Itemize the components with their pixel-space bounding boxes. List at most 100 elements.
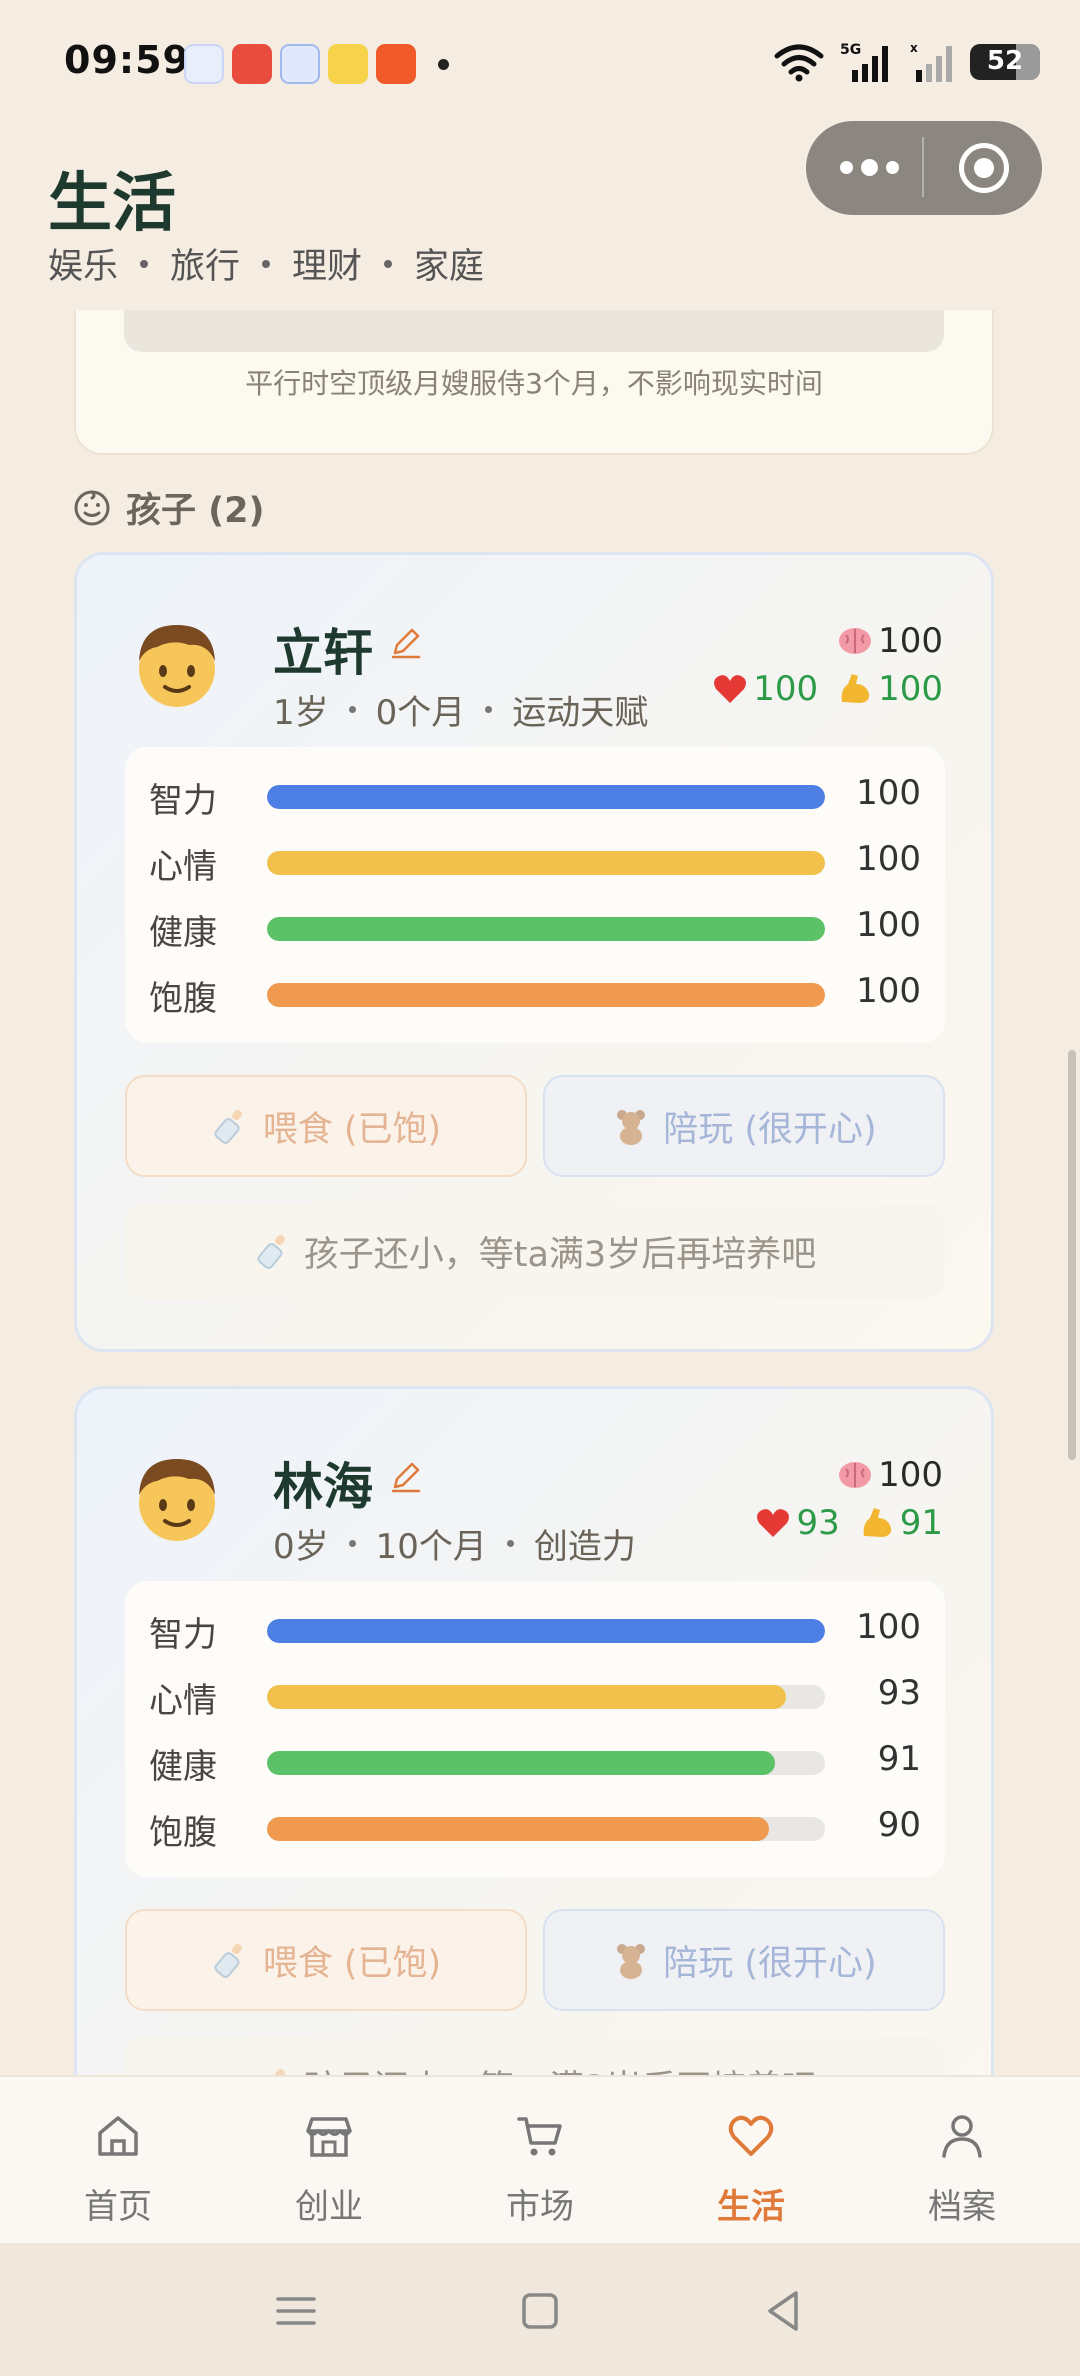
- edit-name-icon[interactable]: [389, 625, 423, 659]
- bar-fill: [267, 785, 825, 809]
- close-miniprogram-icon[interactable]: [959, 143, 1009, 193]
- baby-bottle-icon: [214, 1943, 242, 1978]
- scrollbar[interactable]: [1068, 1050, 1076, 1460]
- status-time: 09:59: [64, 38, 190, 82]
- teddy-bear-icon: [617, 1944, 646, 1979]
- bar-row: 饱腹 90: [125, 1793, 945, 1859]
- bar-label: 健康: [149, 913, 217, 953]
- teddy-bear-icon: [617, 1110, 646, 1145]
- bar-row: 智力 100: [125, 1595, 945, 1661]
- bar-value: 100: [856, 773, 921, 813]
- svg-text:5G: 5G: [840, 42, 861, 58]
- more-notifications-dot: [438, 58, 449, 70]
- feed-button[interactable]: 喂食 (已饱): [125, 1909, 527, 2011]
- bar-value: 100: [856, 839, 921, 879]
- bar-track: [267, 1751, 825, 1775]
- bar-value: 90: [877, 1805, 921, 1845]
- back-icon[interactable]: [756, 2283, 812, 2339]
- bar-label: 智力: [149, 1615, 217, 1655]
- bar-fill: [267, 1751, 775, 1775]
- boy-avatar-icon: [139, 1459, 215, 1541]
- bar-fill: [267, 1685, 786, 1709]
- bar-fill: [267, 1817, 770, 1841]
- bar-label: 饱腹: [149, 1813, 217, 1853]
- app-notification-icon: [376, 44, 416, 84]
- bar-row: 健康 91: [125, 1727, 945, 1793]
- tab-home[interactable]: 首页: [10, 2077, 226, 2245]
- section-title-text: 孩子 (2): [126, 491, 265, 531]
- training-note: 孩子还小，等ta满3岁后再培养吧: [125, 2037, 945, 2075]
- signal-icon: x: [910, 41, 952, 82]
- bar-track: [267, 983, 825, 1007]
- menu-icon[interactable]: [268, 2283, 324, 2339]
- play-button[interactable]: 陪玩 (很开心): [543, 1909, 945, 2011]
- heart-icon: [714, 675, 747, 703]
- more-options-icon[interactable]: [840, 159, 899, 176]
- feed-button-label: 喂食 (已饱): [262, 1109, 442, 1150]
- person-icon: [942, 2115, 982, 2158]
- bar-label: 心情: [149, 1681, 217, 1721]
- cart-icon: [517, 2117, 562, 2156]
- feed-button[interactable]: 喂食 (已饱): [125, 1075, 527, 1177]
- bar-track: [267, 851, 825, 875]
- page-title: 生活: [48, 166, 176, 241]
- tab-label: 市场: [506, 2187, 574, 2227]
- separator-dot: [140, 259, 149, 268]
- signal-5g-icon: 5G: [840, 42, 888, 82]
- bar-fill: [267, 1619, 825, 1643]
- subtitle-item: 旅行: [170, 247, 241, 287]
- bar-value: 91: [877, 1739, 921, 1779]
- bar-label: 健康: [149, 1747, 217, 1787]
- tab-market[interactable]: 市场: [432, 2077, 648, 2245]
- service-button[interactable]: [124, 310, 944, 352]
- subtitle-item: 娱乐: [48, 247, 119, 287]
- bar-fill: [267, 917, 825, 941]
- bar-label: 智力: [149, 781, 217, 821]
- child-age-years: 1岁: [273, 693, 329, 733]
- child-age-months: 10个月: [375, 1527, 487, 1567]
- tab-label: 创业: [295, 2187, 363, 2227]
- home-square-icon[interactable]: [512, 2283, 568, 2339]
- app-notification-icon: [328, 44, 368, 84]
- bar-value: 100: [856, 971, 921, 1011]
- bar-value: 93: [877, 1673, 921, 1713]
- battery-level: 52: [986, 46, 1024, 76]
- content-scroll[interactable]: 平行时空顶级月嫂服侍3个月，不影响现实时间 孩子 (2) 立轩 1岁 0个月 运…: [0, 310, 1080, 2075]
- app-notification-icon: [280, 44, 320, 84]
- notification-icons: [184, 44, 449, 84]
- bar-track: [267, 917, 825, 941]
- tab-profile[interactable]: 档案: [854, 2077, 1070, 2245]
- heart-icon: [757, 1509, 790, 1537]
- bar-value: 100: [856, 1607, 921, 1647]
- health-value: 91: [899, 1503, 943, 1543]
- child-meta: 0岁 10个月 创造力: [273, 1519, 636, 1568]
- system-icons: 5G x 52: [774, 40, 1040, 84]
- subtitle-item: 理财: [292, 247, 363, 287]
- child-name: 立轩: [273, 624, 373, 682]
- child-card: 林海 0岁 10个月 创造力 100 93 91 智力 100 心情 93 健康…: [74, 1386, 994, 2075]
- attribute-bars: 智力 100 心情 93 健康 91 饱腹 90: [125, 1581, 945, 1877]
- baby-bottle-icon: [274, 2068, 285, 2075]
- separator-dot: [384, 259, 393, 268]
- separator-dot: [262, 259, 271, 268]
- service-card: 平行时空顶级月嫂服侍3个月，不影响现实时间: [74, 310, 994, 455]
- bar-row: 智力 100: [125, 761, 945, 827]
- feed-button-label: 喂食 (已饱): [262, 1943, 442, 1984]
- bar-fill: [267, 851, 825, 875]
- children-section-title: 孩子 (2): [72, 482, 265, 533]
- baby-bottle-icon: [214, 1109, 242, 1144]
- tab-business[interactable]: 创业: [221, 2077, 437, 2245]
- training-note: 孩子还小，等ta满3岁后再培养吧: [125, 1203, 945, 1299]
- bar-row: 心情 93: [125, 1661, 945, 1727]
- child-card: 立轩 1岁 0个月 运动天赋 100 100 100 智力 100 心情 100…: [74, 552, 994, 1352]
- tab-label: 首页: [84, 2187, 152, 2227]
- baby-bottle-icon: [257, 1234, 285, 1269]
- play-button[interactable]: 陪玩 (很开心): [543, 1075, 945, 1177]
- tab-life[interactable]: 生活: [643, 2077, 859, 2245]
- mood-value: 93: [796, 1503, 840, 1543]
- edit-name-icon[interactable]: [389, 1459, 423, 1493]
- tab-label: 档案: [928, 2187, 996, 2227]
- svg-text:x: x: [910, 41, 918, 55]
- brain-icon: [839, 628, 872, 654]
- bar-track: [267, 785, 825, 809]
